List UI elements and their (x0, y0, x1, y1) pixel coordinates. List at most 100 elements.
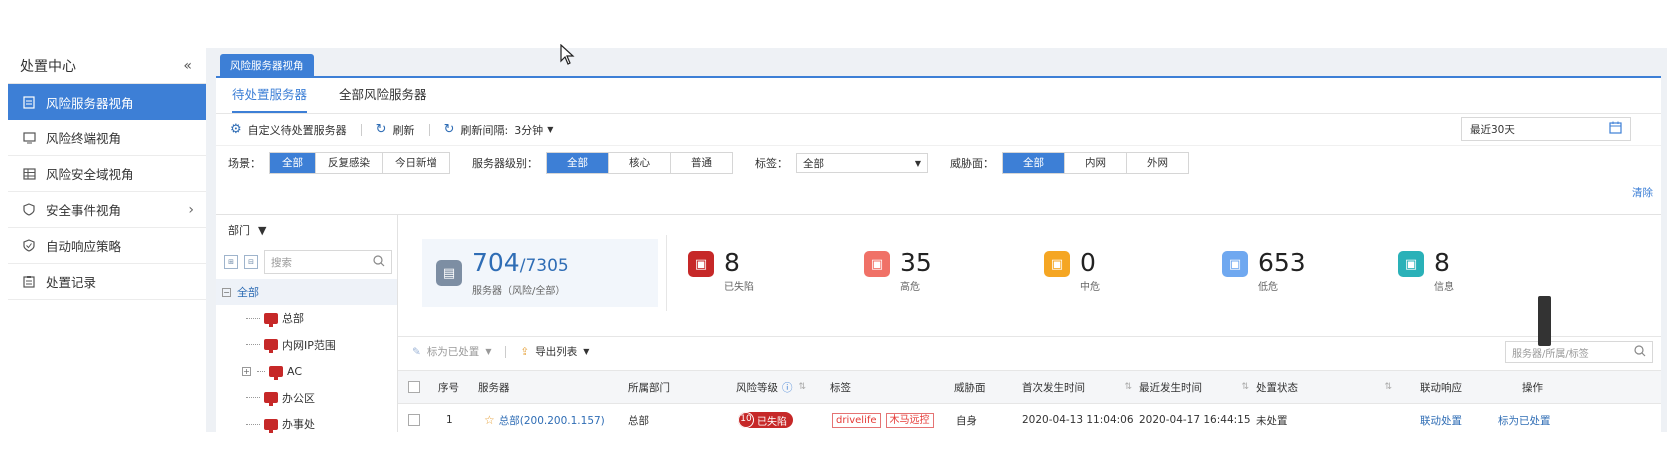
tree-node-root[interactable]: − 全部 (216, 279, 397, 305)
scene-option-today[interactable]: 今日新增 (383, 153, 449, 173)
cell-server[interactable]: ☆ 总部(200.200.1.157) (484, 413, 605, 428)
tree-node-label: 内网IP范围 (282, 338, 336, 352)
sidebar-item-auto-response[interactable]: 自动响应策略 (8, 228, 206, 264)
shield-icon (22, 203, 36, 217)
tag-badge: 木马远控 (885, 412, 934, 428)
divider (666, 235, 667, 311)
sidebar-item-label: 安全事件视角 (46, 203, 122, 218)
col-last-time-label: 最近发生时间 (1139, 381, 1202, 394)
tree-node-label: 全部 (237, 286, 259, 299)
expand-all-icon[interactable]: ⊞ (224, 255, 238, 269)
sidebar-item-risk-domain[interactable]: 风险安全域视角 (8, 156, 206, 192)
tree-node-label: AC (287, 364, 303, 378)
tag-badge: drivelife (832, 412, 881, 428)
server-icon (22, 95, 36, 109)
clear-filters-link[interactable]: 清除 (1632, 185, 1653, 200)
stat-total-label: 服务器（风险/全部） (472, 285, 566, 297)
stat-compromised[interactable]: ▣ 8 已失陷 (688, 250, 754, 293)
subtab-pending[interactable]: 待处置服务器 (232, 78, 308, 113)
mark-handled-link[interactable]: 标为已处置 (1498, 413, 1551, 428)
department-icon (264, 418, 278, 433)
medium-risk-icon: ▣ (1044, 251, 1070, 277)
mark-handled-button[interactable]: ✎ 标为已处置 ▼ (412, 344, 491, 359)
scene-segment: 全部 反复感染 今日新增 (269, 152, 450, 174)
col-first-time[interactable]: 首次发生时间 ⇅ (1022, 380, 1132, 395)
tree-node-label: 办公区 (282, 391, 315, 405)
tree-node-office[interactable]: 办公区 (216, 385, 397, 412)
threat-option-intranet[interactable]: 内网 (1065, 153, 1127, 173)
tree-node-ac[interactable]: + AC (216, 358, 397, 385)
collapse-node-icon[interactable]: − (222, 287, 231, 297)
stat-label: 信息 (1434, 282, 1454, 293)
col-status[interactable]: 处置状态 ⇅ (1256, 380, 1392, 395)
stat-total-number: 704/7305 (472, 249, 569, 279)
threat-option-all[interactable]: 全部 (1003, 153, 1065, 173)
star-icon[interactable]: ☆ (484, 413, 495, 427)
stat-medium[interactable]: ▣ 0 中危 (1044, 250, 1100, 293)
tree-node-label: 办事处 (282, 418, 315, 432)
caret-down-icon: ▼ (547, 125, 554, 134)
col-risk[interactable]: 风险等级 ⓘ ⇅ (736, 380, 806, 395)
refresh-label: 刷新 (392, 123, 415, 137)
filter-icon[interactable]: ▼ (258, 224, 266, 237)
stat-value: 653 (1258, 248, 1306, 277)
sort-icon: ⇅ (1124, 382, 1132, 392)
stat-label: 已失陷 (724, 282, 754, 293)
cell-dept: 总部 (628, 414, 649, 427)
tab-risk-server-view[interactable]: 风险服务器视角 (220, 54, 314, 78)
col-index: 序号 (438, 381, 459, 394)
risk-score: 10 (738, 412, 754, 428)
tag-select-value: 全部 (803, 157, 824, 170)
tree-node-label: 总部 (282, 312, 304, 326)
mouse-cursor-icon (560, 44, 575, 65)
tag-select[interactable]: 全部 ▼ (796, 153, 928, 173)
stat-low[interactable]: ▣ 653 低危 (1222, 248, 1306, 293)
row-checkbox[interactable] (408, 414, 420, 426)
stat-label: 中危 (1080, 282, 1100, 293)
level-option-core[interactable]: 核心 (609, 153, 671, 173)
refresh-interval-dropdown[interactable]: ↻ 刷新间隔: 3分钟 ▼ (444, 122, 554, 138)
collapse-all-icon[interactable]: ⊟ (244, 255, 258, 269)
col-last-time[interactable]: 最近发生时间 ⇅ (1139, 380, 1249, 395)
sort-icon: ⇅ (1384, 382, 1392, 392)
department-tree: 部门 ▼ ⊞ ⊟ 搜索 − 全部 总部 内网IP范围 + AC 办公区 办事处 (216, 214, 398, 433)
level-option-normal[interactable]: 普通 (671, 153, 732, 173)
divider (360, 123, 362, 136)
department-icon (264, 312, 278, 327)
scene-option-repeat[interactable]: 反复感染 (316, 153, 383, 173)
threat-option-extranet[interactable]: 外网 (1127, 153, 1188, 173)
sidebar-item-risk-terminal[interactable]: 风险终端视角 (8, 120, 206, 156)
sidebar-item-security-events[interactable]: 安全事件视角 › (8, 192, 206, 228)
export-icon: ⇪ (520, 345, 530, 358)
stat-info[interactable]: ▣ 8 信息 (1398, 250, 1454, 293)
date-range-value: 最近30天 (1470, 123, 1515, 136)
col-threat: 威胁面 (954, 381, 986, 394)
collapse-sidebar-icon[interactable]: « (183, 58, 192, 74)
stat-label: 高危 (900, 282, 920, 293)
tree-node-hq[interactable]: 总部 (216, 305, 397, 332)
custom-pending-button[interactable]: ⚙ 自定义待处置服务器 (230, 122, 347, 138)
subtab-all[interactable]: 全部风险服务器 (339, 78, 427, 113)
linkage-action-link[interactable]: 联动处置 (1420, 413, 1462, 428)
stat-high[interactable]: ▣ 35 高危 (864, 250, 932, 293)
stat-total[interactable]: ▤ 704/7305 服务器（风险/全部） (422, 239, 658, 307)
sidebar-item-records[interactable]: 处置记录 (8, 264, 206, 300)
compromised-icon: ▣ (688, 251, 714, 277)
cell-status: 未处置 (1256, 414, 1288, 427)
select-all-checkbox[interactable] (408, 381, 420, 393)
refresh-button[interactable]: ↻ 刷新 (376, 122, 415, 138)
risk-label: 已失陷 (757, 416, 787, 428)
scrollbar-thumb[interactable] (1538, 296, 1551, 346)
sidebar-item-risk-server[interactable]: 风险服务器视角 (8, 84, 206, 120)
export-list-button[interactable]: ⇪ 导出列表 ▼ (520, 344, 589, 359)
server-link[interactable]: 总部(200.200.1.157) (499, 413, 605, 428)
tree-node-intranet-ip[interactable]: 内网IP范围 (216, 332, 397, 359)
level-option-all[interactable]: 全部 (547, 153, 609, 173)
scene-option-all[interactable]: 全部 (270, 153, 316, 173)
date-range-picker[interactable]: 最近30天 (1461, 117, 1631, 141)
tree-node-branch[interactable]: 办事处 (216, 411, 397, 438)
tree-search-input[interactable]: 搜索 (264, 250, 392, 274)
list-search-input[interactable]: 服务器/所属/标签 (1505, 341, 1653, 363)
expand-node-icon[interactable]: + (242, 366, 251, 376)
info-icon: ▣ (1398, 251, 1424, 277)
